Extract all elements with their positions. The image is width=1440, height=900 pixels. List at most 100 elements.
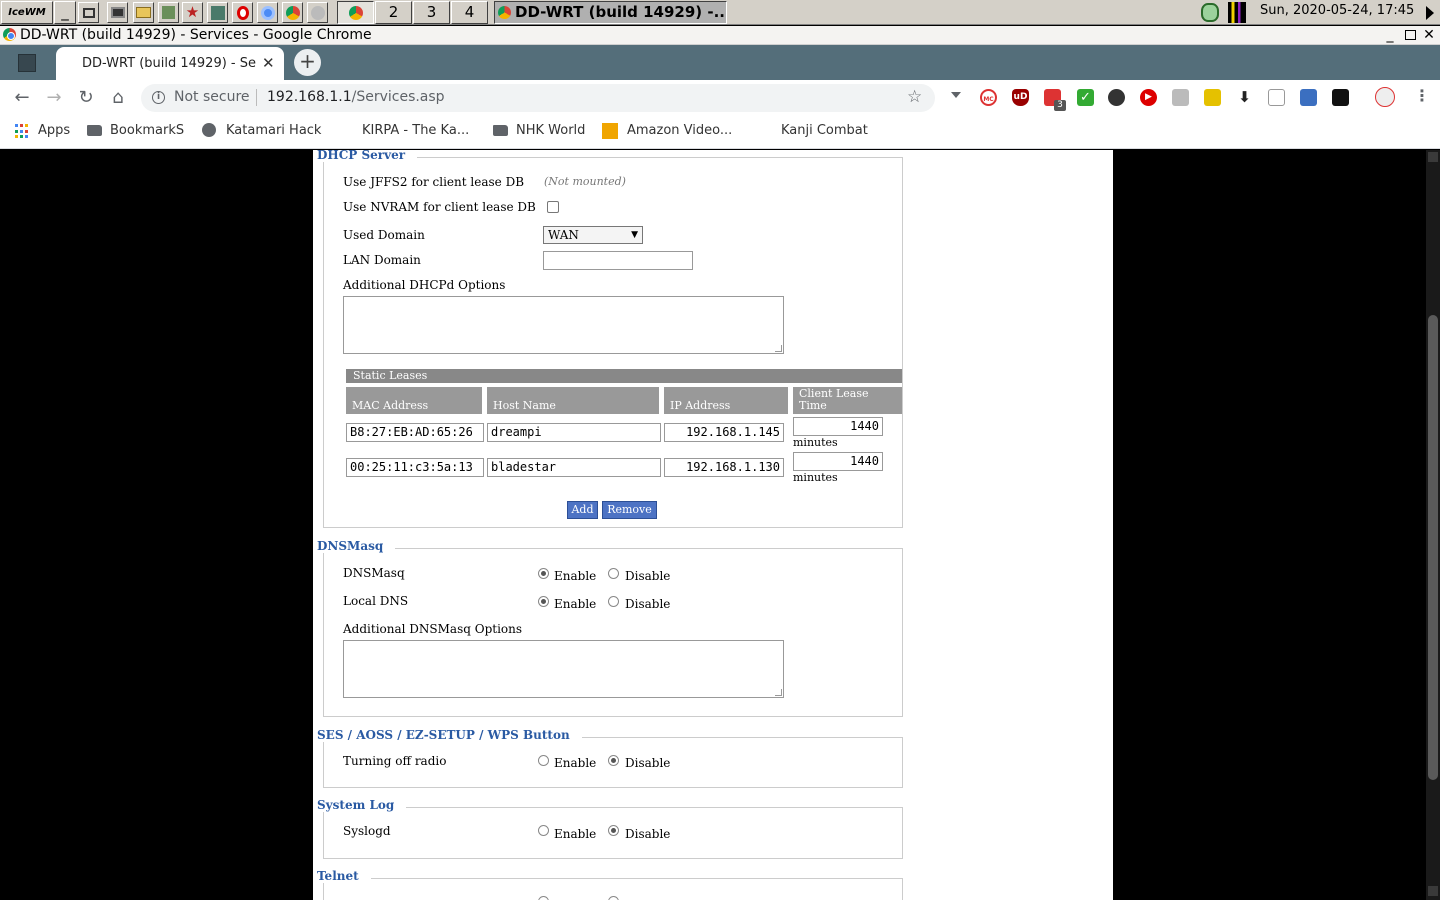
lan-domain-input[interactable] <box>543 251 693 270</box>
syslogd-enable-radio[interactable] <box>538 825 549 836</box>
ses-enable-label: Enable <box>554 756 597 770</box>
menu-icon[interactable]: ⋮ <box>1414 88 1430 104</box>
chromium-icon[interactable] <box>257 2 278 23</box>
add-lease-button[interactable]: Add <box>567 501 598 519</box>
telnet-section: Telnet <box>317 869 903 900</box>
forward-icon[interactable]: → <box>45 89 63 107</box>
katamari-icon <box>202 123 216 137</box>
app-launcher-icon[interactable] <box>307 2 328 23</box>
telnet-enable-radio[interactable] <box>538 896 549 900</box>
dnsmasq-disable-radio[interactable] <box>608 568 619 579</box>
apps-grid-icon[interactable] <box>15 124 30 139</box>
chrome-task-icon <box>498 6 511 19</box>
workspace-4-button[interactable]: 4 <box>451 1 488 24</box>
services-content: DHCP Server Use JFFS2 for client lease D… <box>313 150 1113 900</box>
bookmark-nhk-world[interactable]: NHK World <box>516 122 585 139</box>
workspace-1-button[interactable] <box>337 1 374 24</box>
omnibox[interactable] <box>141 84 935 112</box>
dnsmasq-disable-label: Disable <box>625 569 671 583</box>
localdns-disable-radio[interactable] <box>608 596 619 607</box>
reload-icon[interactable]: ↻ <box>77 89 95 107</box>
dnsmasq-options-label: Additional DNSMasq Options <box>343 622 523 636</box>
ip-address-input-1[interactable]: 192.168.1.145 <box>664 423 784 442</box>
network-tray-icon[interactable] <box>1201 3 1219 22</box>
scroll-up-arrow[interactable] <box>1428 152 1438 162</box>
download-icon[interactable]: ⬇ <box>1236 89 1253 106</box>
syslogd-label: Syslogd <box>343 824 391 838</box>
opera-icon[interactable] <box>232 2 253 23</box>
dnsmasq-enable-label: Enable <box>554 569 597 583</box>
bookmark-kanji-combat[interactable]: Kanji Combat <box>781 122 868 139</box>
workspace-3-button[interactable]: 3 <box>413 1 450 24</box>
terminal-icon[interactable] <box>107 2 128 23</box>
security-label[interactable]: Not secure <box>174 89 250 105</box>
profile-avatar-icon[interactable] <box>1375 87 1395 107</box>
dnsmasq-enable-radio[interactable] <box>538 568 549 579</box>
active-task-button[interactable]: DD-WRT (build 14929) -... <box>494 1 727 24</box>
syslogd-disable-radio[interactable] <box>608 825 619 836</box>
start-menu-button[interactable]: IceWM <box>1 1 53 24</box>
bookmark-star-icon[interactable]: ☆ <box>907 87 922 107</box>
ip-address-input-2[interactable]: 192.168.1.130 <box>664 458 784 477</box>
tab-close-icon[interactable]: ✕ <box>262 54 275 72</box>
window-minimize-button[interactable]: _ <box>1382 28 1398 43</box>
localdns-enable-radio[interactable] <box>538 596 549 607</box>
static-leases-header: Static Leases <box>346 369 902 383</box>
nvram-checkbox[interactable] <box>547 201 559 213</box>
system-log-section: System Log Syslogd Enable Disable <box>317 798 903 859</box>
home-icon[interactable]: ⌂ <box>109 89 127 107</box>
bookmark-apps[interactable]: Apps <box>38 122 70 139</box>
new-tab-button[interactable]: + <box>294 49 321 76</box>
clock[interactable]: Sun, 2020-05-24, 17:45 <box>1260 3 1414 18</box>
scroll-down-arrow[interactable] <box>1428 886 1438 896</box>
bookmark-folder-bookmarks[interactable]: BookmarkS <box>110 122 184 139</box>
ext-yellow-icon[interactable] <box>1204 89 1221 106</box>
bookmark-amazon-video[interactable]: Amazon Video... <box>627 122 732 139</box>
url-text[interactable]: 192.168.1.1/Services.asp <box>267 89 445 105</box>
favorites-icon[interactable]: ★ <box>182 2 203 23</box>
tab-services[interactable]: DD-WRT (build 14929) - Se <box>56 47 284 80</box>
lease-time-input-2[interactable]: 1440 <box>793 452 883 471</box>
dnsmasq-options-textarea[interactable] <box>343 640 784 698</box>
taskbar: IceWM _ ★ 2 3 4 DD-WRT (build 14929) -..… <box>0 0 1440 25</box>
minimize-all-button[interactable]: _ <box>54 1 76 24</box>
window-maximize-button[interactable] <box>1402 28 1418 43</box>
host-name-input-2[interactable]: bladestar <box>487 458 661 477</box>
youtube-icon[interactable]: ▶ <box>1140 89 1157 106</box>
mac-address-input-1[interactable]: B8:27:EB:AD:65:26 <box>346 423 484 442</box>
bookmark-katamari-hack[interactable]: Katamari Hack <box>226 122 321 139</box>
telnet-disable-radio[interactable] <box>608 896 619 900</box>
incognito-icon[interactable] <box>1108 89 1125 106</box>
window-list-icon[interactable] <box>78 2 99 23</box>
folder-icon[interactable] <box>133 2 154 23</box>
reader-icon[interactable] <box>1268 89 1285 106</box>
bookmark-kirpa[interactable]: KIRPA - The Ka... <box>362 122 469 139</box>
mac-address-input-2[interactable]: 00:25:11:c3:5a:13 <box>346 458 484 477</box>
used-domain-select[interactable]: WAN ▼ <box>543 226 643 244</box>
window-titlebar[interactable]: DD-WRT (build 14929) - Services - Google… <box>0 26 1440 45</box>
ses-enable-radio[interactable] <box>538 755 549 766</box>
remove-lease-button[interactable]: Remove <box>602 501 657 519</box>
ext-mail-icon[interactable] <box>1172 89 1189 106</box>
tray-arrow-icon[interactable] <box>1426 2 1438 23</box>
dhcpd-options-textarea[interactable] <box>343 296 784 354</box>
megaphone-icon[interactable] <box>1300 89 1317 106</box>
back-icon[interactable]: ← <box>13 89 31 107</box>
info-icon[interactable]: i <box>152 91 165 104</box>
extensions-dropdown-icon[interactable] <box>951 92 961 98</box>
chrome-icon[interactable] <box>282 2 303 23</box>
host-name-input-1[interactable]: dreampi <box>487 423 661 442</box>
ublock-icon[interactable]: uD <box>1012 89 1029 106</box>
ses-disable-radio[interactable] <box>608 755 619 766</box>
check-icon[interactable]: ✓ <box>1077 89 1094 106</box>
tools-icon[interactable] <box>158 2 179 23</box>
tab-search-icon[interactable] <box>18 54 36 72</box>
ext-mc-icon[interactable]: MC <box>980 89 997 106</box>
scrollbar-thumb[interactable] <box>1428 315 1438 780</box>
cat-icon[interactable] <box>1332 89 1349 106</box>
ses-section: SES / AOSS / EZ-SETUP / WPS Button Turni… <box>317 728 903 788</box>
window-close-button[interactable]: ✕ <box>1421 28 1437 43</box>
image-viewer-icon[interactable] <box>207 2 228 23</box>
workspace-2-button[interactable]: 2 <box>375 1 412 24</box>
lease-time-input-1[interactable]: 1440 <box>793 417 883 436</box>
